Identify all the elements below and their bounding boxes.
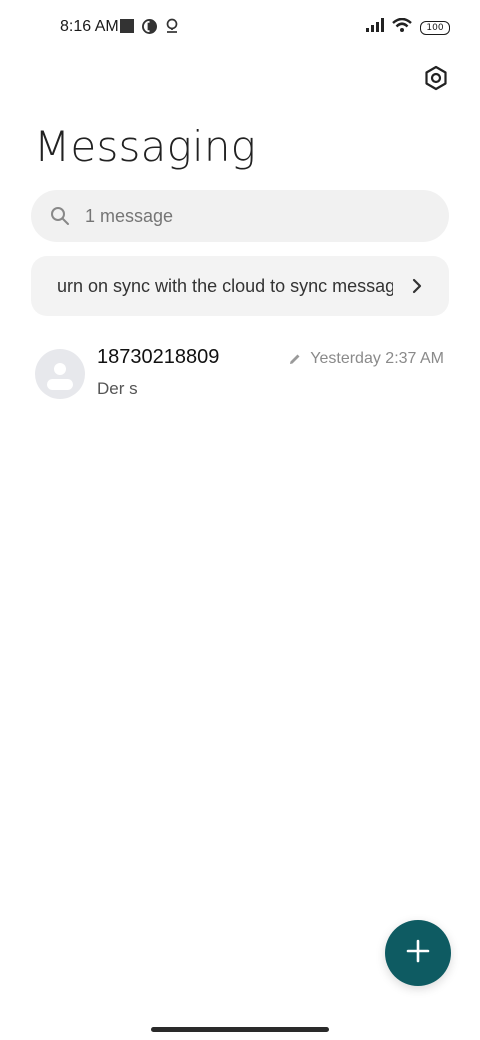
sync-banner-text: urn on sync with the cloud to sync messa… xyxy=(57,275,393,296)
status-right-icons: 100 xyxy=(366,17,450,37)
data-saver-icon xyxy=(142,18,157,39)
square-notification-icon xyxy=(120,19,134,38)
avatar xyxy=(35,349,85,399)
home-indicator[interactable] xyxy=(151,1027,329,1032)
signal-icon xyxy=(366,18,384,37)
avatar-head xyxy=(54,363,66,375)
conversation-meta: Yesterday 2:37 AM xyxy=(288,350,444,368)
status-bar: 8:16 AM 100 xyxy=(0,0,480,56)
settings-icon xyxy=(423,65,449,96)
contact-name: 18730218809 xyxy=(97,346,220,368)
conversation-time: Yesterday 2:37 AM xyxy=(310,350,444,367)
conversation-item[interactable]: 18730218809 Der s Yesterday 2:37 AM xyxy=(0,336,480,416)
battery-icon: 100 xyxy=(420,20,450,35)
status-left-icons xyxy=(120,18,179,39)
wifi-icon xyxy=(392,17,412,37)
chevron-right-icon xyxy=(407,276,427,296)
new-message-button[interactable] xyxy=(385,920,451,986)
search-bar[interactable] xyxy=(31,190,449,242)
plus-icon xyxy=(405,938,431,969)
search-icon xyxy=(49,205,71,227)
avatar-body xyxy=(47,379,73,390)
location-pin-icon xyxy=(165,18,179,39)
message-preview: Der s xyxy=(97,379,138,398)
status-time: 8:16 AM xyxy=(60,18,119,35)
sync-banner[interactable]: urn on sync with the cloud to sync messa… xyxy=(31,256,449,316)
settings-button[interactable] xyxy=(420,64,452,96)
search-input[interactable] xyxy=(83,204,387,228)
pencil-icon xyxy=(288,352,302,366)
page-title: Messaging xyxy=(34,122,257,171)
